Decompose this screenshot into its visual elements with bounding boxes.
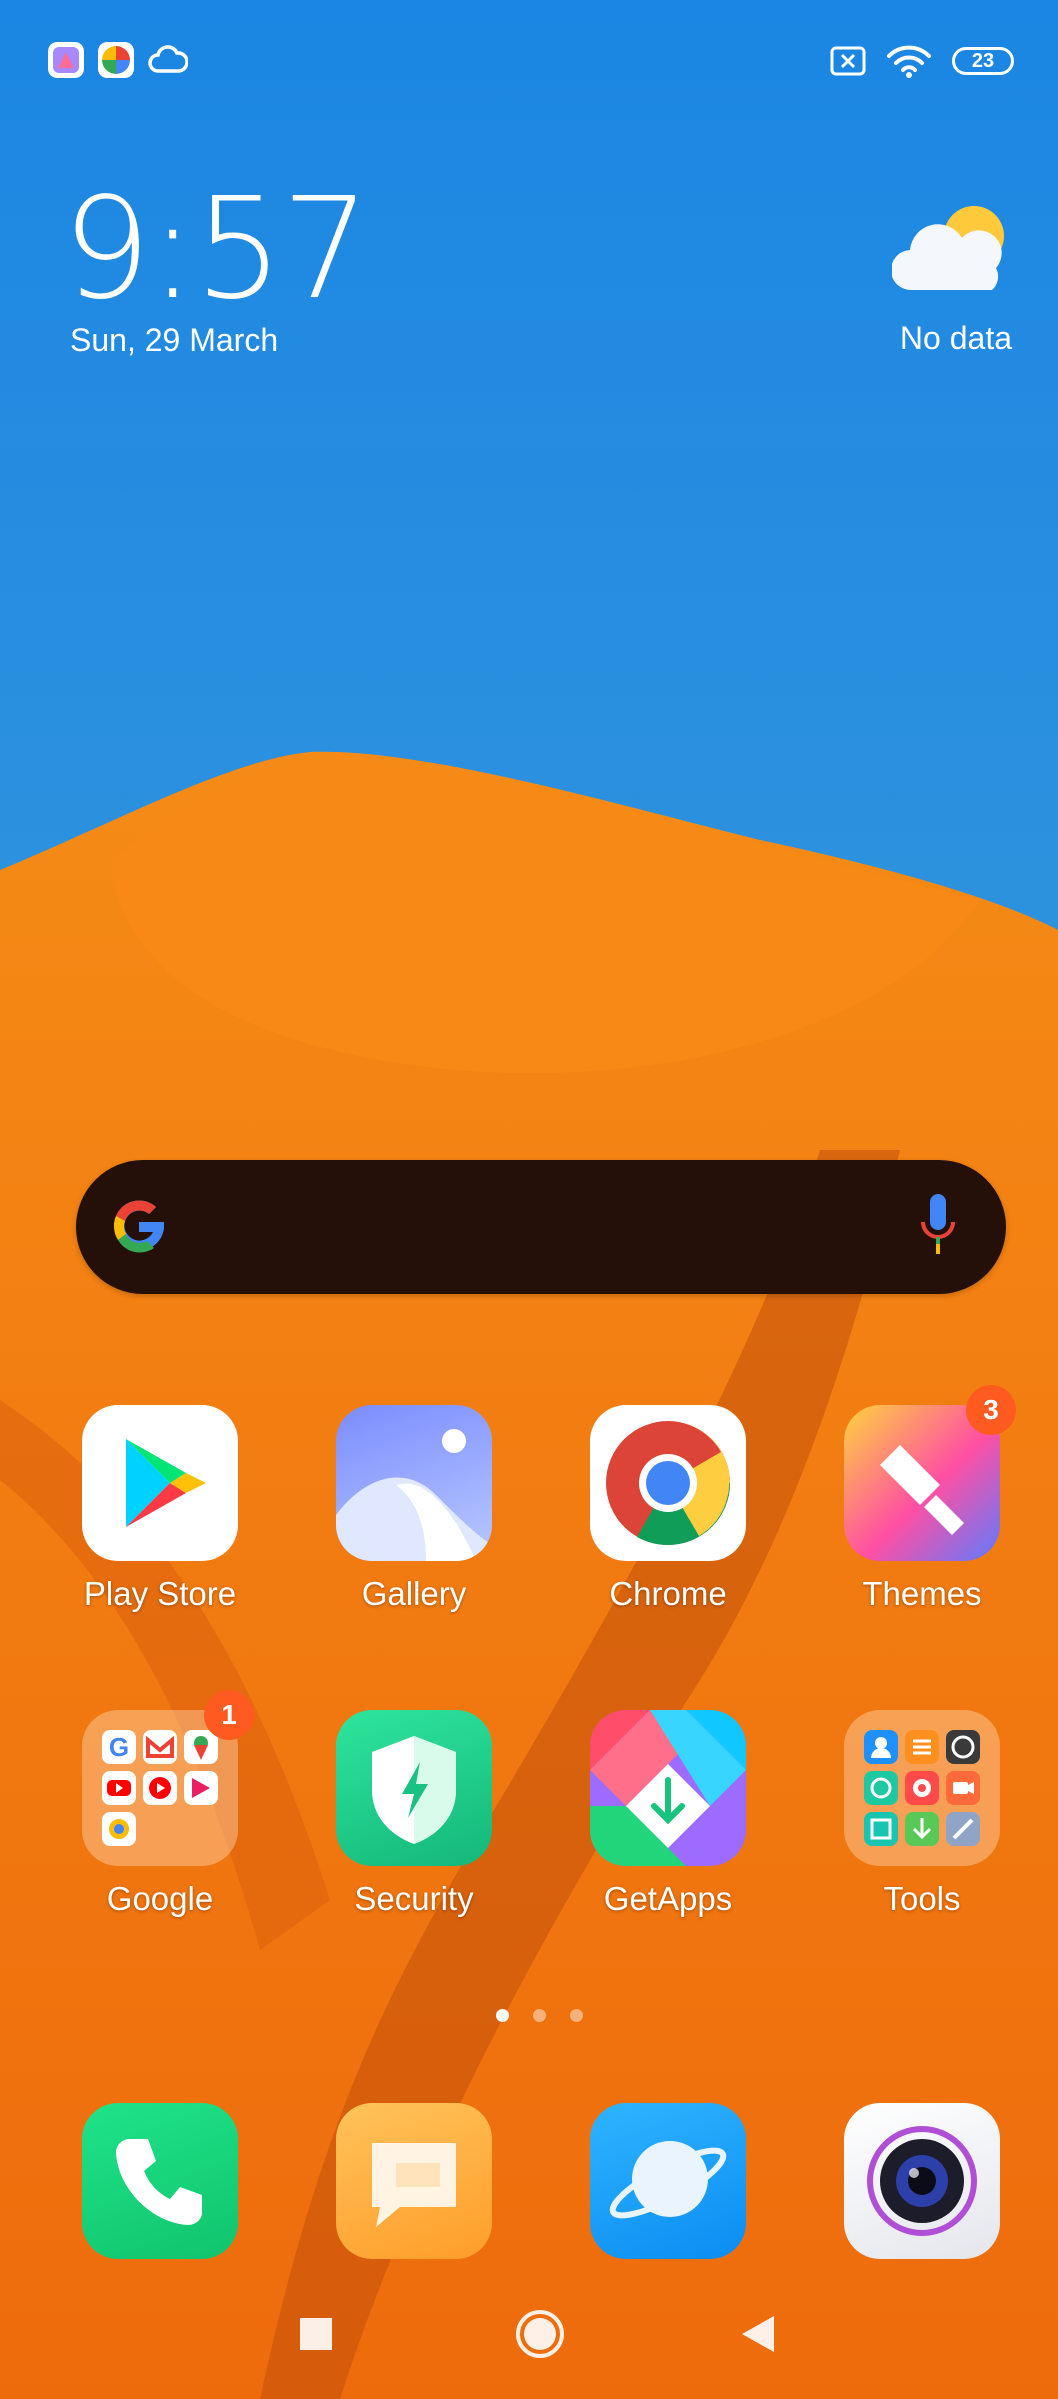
app-label: GetApps — [603, 1880, 733, 1917]
dock-phone[interactable] — [65, 2103, 255, 2259]
svg-text:G: G — [109, 1732, 129, 1762]
weather-status[interactable]: No data — [900, 320, 1012, 357]
photos-notification-icon — [98, 42, 134, 78]
status-bar-indicators: 23 — [830, 44, 1014, 78]
dock-browser[interactable] — [573, 2103, 763, 2259]
gallery-icon — [336, 1429, 492, 1561]
app-label: Themes — [862, 1575, 982, 1612]
folder-tools[interactable]: Tools — [827, 1710, 1017, 1918]
browser-icon — [609, 2141, 727, 2219]
clock-time[interactable]: 9:57 — [62, 180, 370, 320]
gallery-notification-icon — [48, 42, 84, 78]
wifi-icon — [887, 45, 931, 78]
page-dot-active[interactable] — [496, 2009, 509, 2022]
page-dot[interactable] — [570, 2009, 583, 2022]
app-getapps[interactable]: GetApps — [573, 1710, 763, 1918]
cloud-icon — [148, 45, 188, 73]
chrome-icon — [606, 1421, 730, 1545]
clock-date[interactable]: Sun, 29 March — [70, 322, 278, 359]
home-button[interactable] — [510, 2304, 570, 2364]
app-label: Google — [106, 1880, 214, 1917]
messages-icon — [372, 2143, 456, 2227]
security-icon — [372, 1736, 456, 1844]
dock-messages[interactable] — [319, 2103, 509, 2259]
getapps-icon — [590, 1710, 746, 1866]
app-play-store[interactable]: Play Store — [65, 1405, 255, 1613]
app-label: Security — [354, 1880, 474, 1917]
notification-badge: 3 — [966, 1385, 1016, 1435]
mic-icon[interactable] — [918, 1192, 958, 1262]
app-gallery[interactable]: Gallery — [319, 1405, 509, 1613]
dock-camera[interactable] — [827, 2103, 1017, 2259]
google-g-icon — [113, 1200, 164, 1253]
back-button[interactable] — [730, 2304, 790, 2364]
app-chrome[interactable]: Chrome — [573, 1405, 763, 1613]
phone-icon — [116, 2139, 202, 2225]
google-search-bar[interactable] — [76, 1160, 1006, 1294]
app-label: Play Store — [83, 1575, 237, 1612]
page-dot[interactable] — [533, 2009, 546, 2022]
page-indicator[interactable] — [496, 2009, 583, 2022]
battery-indicator: 23 — [952, 47, 1014, 75]
notification-badge: 1 — [204, 1690, 254, 1740]
tools-folder-icon — [864, 1730, 980, 1846]
status-bar-notifications — [48, 42, 188, 78]
folder-google[interactable]: G 1 Google — [65, 1690, 255, 1918]
app-label: Gallery — [361, 1575, 467, 1612]
recents-button[interactable] — [286, 2304, 346, 2364]
app-themes[interactable]: 3 Themes — [827, 1385, 1017, 1613]
play-store-icon — [126, 1439, 206, 1527]
app-label: Chrome — [609, 1575, 727, 1612]
app-security[interactable]: Security — [319, 1710, 509, 1918]
partly-cloudy-icon[interactable] — [892, 198, 1014, 298]
sim-off-icon — [830, 46, 866, 76]
camera-icon — [867, 2126, 977, 2236]
app-label: Tools — [883, 1880, 961, 1917]
